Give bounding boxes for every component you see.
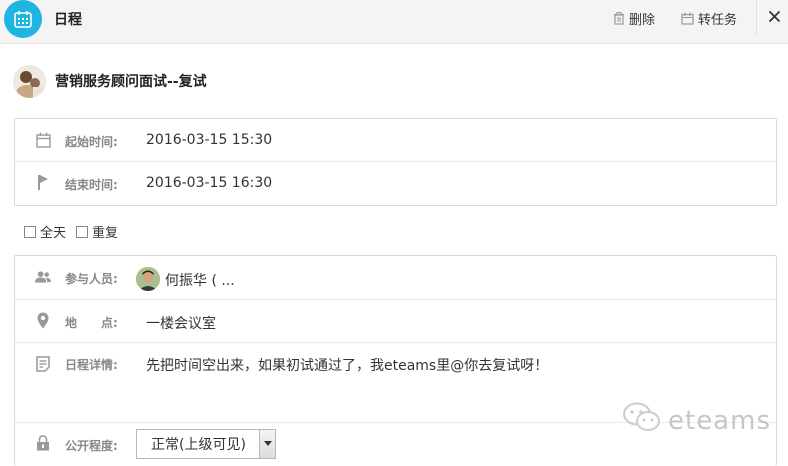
description-label: 日程详情: (65, 358, 118, 372)
trash-icon (613, 12, 625, 25)
start-time-value[interactable]: 2016-03-15 15:30 (146, 132, 272, 148)
location-row[interactable]: 地 点: 一楼会议室 (15, 300, 776, 343)
calendar-outline-icon (35, 132, 51, 148)
all-day-checkbox[interactable] (24, 225, 36, 238)
location-label: 地 点: (65, 316, 118, 330)
watermark: eteams (622, 400, 771, 441)
all-day-label: 全天 (40, 226, 67, 241)
close-button[interactable] (764, 6, 784, 30)
visibility-value: 正常(上级可见) (151, 437, 246, 453)
people-icon (35, 270, 51, 284)
location-value[interactable]: 一楼会议室 (146, 313, 216, 333)
delete-label: 删除 (629, 13, 656, 28)
delete-button[interactable]: 删除 (613, 9, 655, 28)
header-divider (756, 0, 757, 36)
calendar-small-icon (681, 12, 694, 25)
time-panel: 起始时间: 2016-03-15 15:30 结束时间: 2016-03-15 … (14, 118, 777, 206)
event-title: 营销服务顾问面试--复试 (55, 74, 207, 90)
event-options: 全天 重复 (24, 222, 128, 241)
end-time-value[interactable]: 2016-03-15 16:30 (146, 175, 272, 191)
wechat-icon (622, 400, 662, 441)
flag-icon (35, 174, 51, 191)
lock-icon (35, 435, 51, 451)
start-time-row[interactable]: 起始时间: 2016-03-15 15:30 (15, 119, 776, 162)
start-time-label: 起始时间: (65, 135, 118, 149)
close-icon (768, 10, 781, 27)
participants-label: 参与人员: (65, 272, 118, 286)
page-title: 日程 (54, 12, 82, 28)
convert-task-label: 转任务 (698, 13, 738, 28)
description-value[interactable]: 先把时间空出来，如果初试通过了，我eteams里@你去复试呀！ (146, 355, 548, 375)
end-time-row[interactable]: 结束时间: 2016-03-15 16:30 (15, 162, 776, 205)
all-day-option[interactable]: 全天 (24, 222, 66, 241)
convert-task-button[interactable]: 转任务 (681, 9, 737, 28)
map-pin-icon (35, 312, 51, 329)
avatar (13, 64, 46, 98)
repeat-checkbox[interactable] (76, 225, 89, 238)
calendar-icon (4, 0, 42, 38)
visibility-label: 公开程度: (65, 439, 118, 453)
participants-value[interactable]: 何振华 ( ... (165, 270, 235, 290)
repeat-label: 重复 (92, 226, 119, 241)
event-title-row: 营销服务顾问面试--复试 (13, 64, 207, 98)
header-bar: 日程 删除 转任务 (0, 0, 788, 44)
participant-avatar[interactable] (136, 267, 160, 291)
chevron-down-icon[interactable] (259, 430, 275, 458)
document-icon (35, 356, 51, 372)
participants-row[interactable]: 参与人员: 何振华 ( ... (15, 256, 776, 300)
repeat-option[interactable]: 重复 (76, 222, 118, 241)
end-time-label: 结束时间: (65, 178, 118, 192)
watermark-text: eteams (668, 405, 771, 436)
visibility-select[interactable]: 正常(上级可见) (136, 429, 276, 459)
